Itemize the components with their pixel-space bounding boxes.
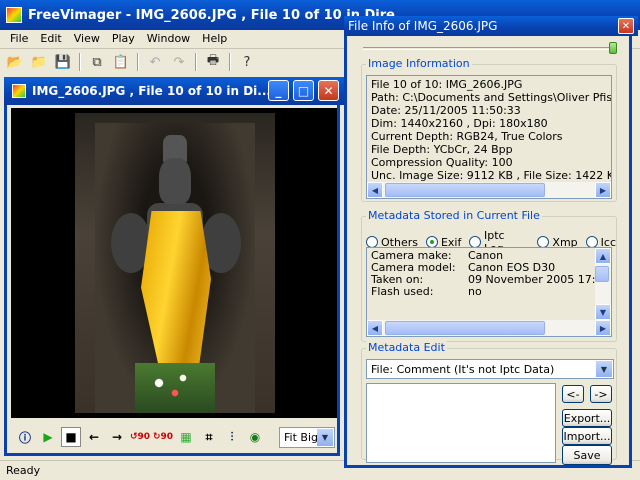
menu-view[interactable]: View xyxy=(68,30,106,48)
rotate-right-icon[interactable]: ↻90 xyxy=(153,427,173,447)
scroll-right-icon[interactable]: ▶ xyxy=(595,182,611,198)
info-line: Dim: 1440x2160 , Dpi: 180x180 xyxy=(371,117,548,130)
stop-icon[interactable]: ■ xyxy=(61,427,81,447)
file-info-dialog: File Info of IMG_2606.JPG ✕ Image Inform… xyxy=(344,16,638,468)
chevron-down-icon[interactable]: ▼ xyxy=(596,361,612,377)
info-line: Date: 25/11/2005 11:50:33 xyxy=(371,104,521,117)
image-information-group: Image Information File 10 of 10: IMG_260… xyxy=(361,57,617,202)
maximize-button[interactable]: □ xyxy=(293,80,314,101)
vertical-scrollbar[interactable]: ▲ ▼ xyxy=(595,248,611,320)
metadata-row: Flash used: no xyxy=(371,285,482,298)
close-icon[interactable]: ✕ xyxy=(618,18,634,34)
info-line: Path: C:\Documents and Settings\Oliver P… xyxy=(371,91,612,104)
save-button[interactable]: Save xyxy=(562,445,612,465)
metadata-list[interactable]: Camera make: Canon Camera model: Canon EOS… xyxy=(366,247,612,337)
info-line: Unc. Image Size: 9112 KB , File Size: 14… xyxy=(371,169,612,182)
child-titlebar[interactable]: IMG_2606.JPG , File 10 of 10 in Di... _ … xyxy=(4,77,346,105)
zoom-select[interactable]: Fit Big ▼ xyxy=(279,426,335,448)
copy-icon[interactable]: ⧉ xyxy=(86,51,108,73)
menu-help[interactable]: Help xyxy=(196,30,233,48)
image-information-label: Image Information xyxy=(366,57,472,71)
metadata-edit-label: Metadata Edit xyxy=(366,341,447,355)
metadata-field-select[interactable]: File: Comment (It's not Iptc Data) ▼ xyxy=(366,359,614,379)
app-title: FreeVimager - IMG_2606.JPG , File 10 of … xyxy=(28,7,395,23)
horizontal-scrollbar[interactable]: ◀ ▶ xyxy=(367,182,611,198)
image-viewer[interactable] xyxy=(11,108,337,418)
freevimager-logo-icon xyxy=(6,7,22,23)
metadata-edit-group: Metadata Edit File: Comment (It's not Ip… xyxy=(361,341,617,465)
scroll-down-icon[interactable]: ▼ xyxy=(595,304,611,320)
horizontal-scrollbar[interactable]: ◀ ▶ xyxy=(367,320,611,336)
zoom-value: Fit Big xyxy=(284,430,318,444)
info-icon[interactable]: ⓘ xyxy=(15,427,35,447)
crop-icon[interactable]: ⌗ xyxy=(199,427,219,447)
menu-window[interactable]: Window xyxy=(141,30,196,48)
transparency-slider[interactable] xyxy=(363,42,617,54)
image-information-list[interactable]: File 10 of 10: IMG_2606.JPG Path: C:\Doc… xyxy=(366,75,612,199)
levels-icon[interactable]: ⫶ xyxy=(222,427,242,447)
redo-icon[interactable]: ↷ xyxy=(168,51,190,73)
undo-icon[interactable]: ↶ xyxy=(144,51,166,73)
scroll-left-icon[interactable]: ◀ xyxy=(367,182,383,198)
info-title: File Info of IMG_2606.JPG xyxy=(348,19,498,33)
paste-icon[interactable]: 📋 xyxy=(110,51,132,73)
info-titlebar[interactable]: File Info of IMG_2606.JPG ✕ xyxy=(344,16,638,36)
open-folder-icon[interactable]: 📂 xyxy=(4,51,26,73)
redeye-icon[interactable]: ◉ xyxy=(245,427,265,447)
image-child-window: IMG_2606.JPG , File 10 of 10 in Di... _ … xyxy=(4,77,346,456)
scroll-thumb[interactable] xyxy=(385,183,545,197)
print-icon[interactable]: 🖶 xyxy=(202,51,224,73)
image-doc-icon xyxy=(12,84,26,98)
main-toolbar: 📂 📁 💾 ⧉ 📋 ↶ ↷ 🖶 ? xyxy=(0,50,345,74)
toolbar-separator xyxy=(79,53,81,71)
play-icon[interactable]: ▶ xyxy=(38,427,58,447)
menu-file[interactable]: File xyxy=(4,30,34,48)
chevron-down-icon[interactable]: ▼ xyxy=(317,428,333,446)
menu-edit[interactable]: Edit xyxy=(34,30,67,48)
toolbar-separator xyxy=(195,53,197,71)
info-line: Current Depth: RGB24, True Colors xyxy=(371,130,563,143)
toolbar-separator xyxy=(229,53,231,71)
export-button[interactable]: Export... xyxy=(562,409,612,427)
metadata-label: Metadata Stored in Current File xyxy=(366,209,542,223)
next-field-button[interactable]: -> xyxy=(590,385,612,403)
scroll-left-icon[interactable]: ◀ xyxy=(367,320,383,336)
help-question-icon[interactable]: ? xyxy=(236,51,258,73)
minimize-button[interactable]: _ xyxy=(268,80,289,101)
scroll-right-icon[interactable]: ▶ xyxy=(595,320,611,336)
next-arrow-icon[interactable]: → xyxy=(107,427,127,447)
viewer-toolbar: ⓘ ▶ ■ ← → ↺90 ↻90 ▦ ⌗ ⫶ ◉ Fit Big ▼ xyxy=(11,424,337,450)
previous-arrow-icon[interactable]: ← xyxy=(84,427,104,447)
close-button[interactable]: ✕ xyxy=(318,80,339,101)
rotate-left-icon[interactable]: ↺90 xyxy=(130,427,150,447)
save-icon[interactable]: 💾 xyxy=(52,51,74,73)
info-line: File Depth: YCbCr, 24 Bpp xyxy=(371,143,513,156)
scroll-up-icon[interactable]: ▲ xyxy=(595,248,611,264)
import-button[interactable]: Import... xyxy=(562,427,612,445)
child-title: IMG_2606.JPG , File 10 of 10 in Di... xyxy=(32,84,271,98)
statue-photo xyxy=(75,113,275,413)
metadata-edit-text[interactable] xyxy=(366,383,556,463)
toolbar-separator xyxy=(137,53,139,71)
menu-play[interactable]: Play xyxy=(106,30,141,48)
info-line: File 10 of 10: IMG_2606.JPG xyxy=(371,78,523,91)
scroll-thumb[interactable] xyxy=(385,321,545,335)
open-dir-icon[interactable]: 📁 xyxy=(28,51,50,73)
metadata-group: Metadata Stored in Current File Others E… xyxy=(361,209,617,342)
color-icon[interactable]: ▦ xyxy=(176,427,196,447)
slider-thumb[interactable] xyxy=(609,42,617,54)
prev-field-button[interactable]: <- xyxy=(562,385,584,403)
info-line: Compression Quality: 100 xyxy=(371,156,513,169)
scroll-thumb[interactable] xyxy=(595,266,609,282)
status-text: Ready xyxy=(6,464,41,477)
